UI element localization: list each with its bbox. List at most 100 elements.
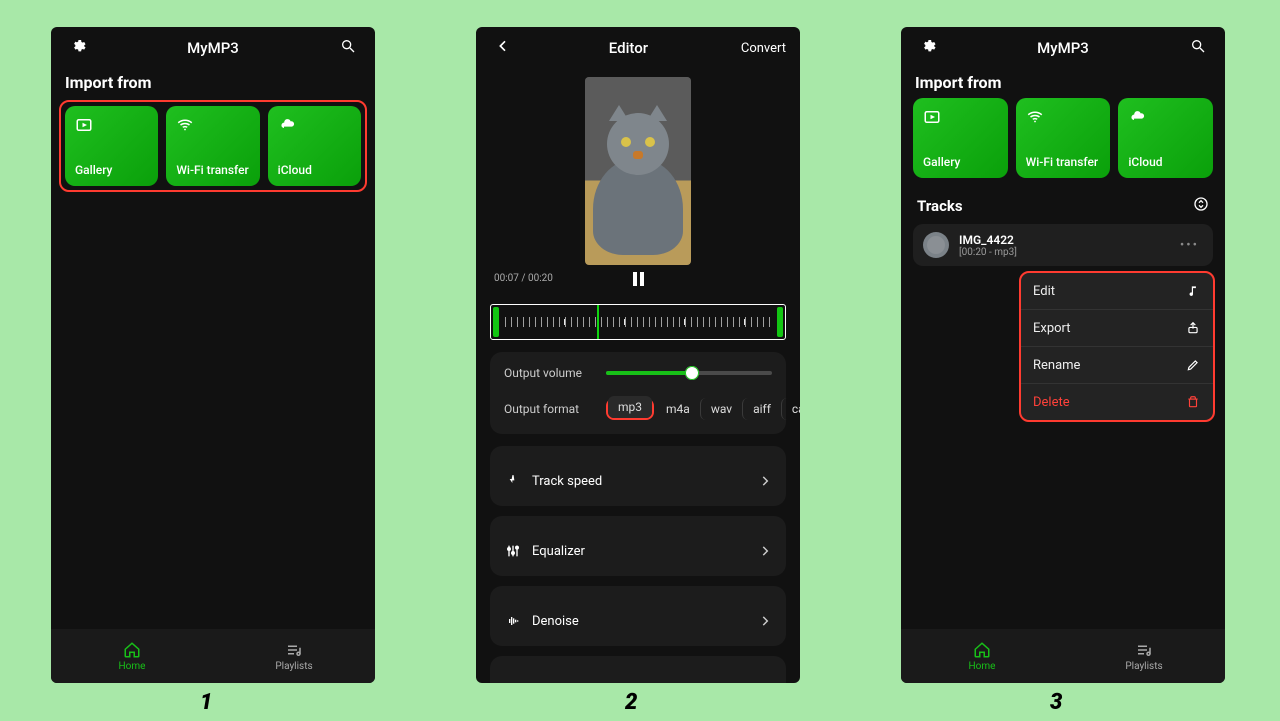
music-note-icon bbox=[1185, 283, 1201, 299]
menu-export[interactable]: Export bbox=[1021, 309, 1213, 346]
track-row[interactable]: IMG_4422 [00:20 - mp3] ••• bbox=[913, 224, 1213, 266]
sort-icon bbox=[1193, 196, 1209, 212]
trim-handle-left[interactable] bbox=[493, 307, 499, 337]
search-button[interactable] bbox=[335, 38, 361, 59]
import-tile-gallery[interactable]: Gallery bbox=[913, 98, 1008, 178]
speed-icon bbox=[504, 472, 522, 490]
caption-2: 2 bbox=[625, 690, 637, 715]
tab-home[interactable]: Home bbox=[901, 629, 1063, 683]
convert-button[interactable]: Convert bbox=[741, 41, 786, 56]
search-icon bbox=[1190, 38, 1206, 54]
timeline-ticks bbox=[505, 322, 771, 323]
chevron-right-icon bbox=[758, 474, 772, 488]
row-label: Equalizer bbox=[532, 544, 585, 559]
tab-label: Playlists bbox=[1125, 661, 1162, 672]
wifi-icon bbox=[176, 116, 194, 134]
import-tile-label: iCloud bbox=[1128, 156, 1207, 170]
menu-delete[interactable]: Delete bbox=[1021, 383, 1213, 420]
sort-button[interactable] bbox=[1193, 196, 1209, 216]
home-icon bbox=[973, 641, 991, 659]
format-option-wav[interactable]: wav bbox=[700, 398, 742, 420]
row-denoise[interactable]: Denoise bbox=[490, 586, 786, 646]
import-tile-wifi[interactable]: Wi-Fi transfer bbox=[166, 106, 259, 186]
settings-button[interactable] bbox=[915, 38, 941, 59]
ellipsis-icon: ••• bbox=[1180, 238, 1199, 253]
row-equalizer[interactable]: Equalizer bbox=[490, 516, 786, 576]
search-icon bbox=[340, 38, 356, 54]
import-tile-label: Wi-Fi transfer bbox=[176, 164, 253, 178]
home-icon bbox=[123, 641, 141, 659]
row-label: Track speed bbox=[532, 474, 602, 489]
cloud-icon bbox=[278, 116, 296, 134]
app-title: MyMP3 bbox=[941, 39, 1185, 57]
import-tile-wifi[interactable]: Wi-Fi transfer bbox=[1016, 98, 1111, 178]
menu-label: Export bbox=[1033, 321, 1071, 336]
speaker-icon bbox=[504, 682, 522, 683]
track-more-button[interactable]: ••• bbox=[1180, 238, 1203, 253]
topbar: MyMP3 bbox=[51, 27, 375, 69]
menu-edit[interactable]: Edit bbox=[1021, 273, 1213, 309]
screenshot-1: MyMP3 Import from Gallery bbox=[51, 27, 375, 683]
row-bass-boost[interactable]: Bass boost bbox=[490, 656, 786, 683]
screenshot-2: Editor Convert 00:07 / 00:20 . bbox=[476, 27, 800, 683]
slider-knob[interactable] bbox=[685, 366, 699, 380]
settings-button[interactable] bbox=[65, 38, 91, 59]
track-thumbnail bbox=[923, 232, 949, 258]
format-option-mp3[interactable]: mp3 bbox=[608, 396, 652, 418]
import-tile-gallery[interactable]: Gallery bbox=[65, 106, 158, 186]
menu-rename[interactable]: Rename bbox=[1021, 346, 1213, 383]
row-track-speed[interactable]: Track speed bbox=[490, 446, 786, 506]
tab-playlists[interactable]: Playlists bbox=[1063, 629, 1225, 683]
slider-fill bbox=[606, 371, 692, 375]
tab-playlists[interactable]: Playlists bbox=[213, 629, 375, 683]
import-tile-icloud[interactable]: iCloud bbox=[268, 106, 361, 186]
import-tiles-highlight: Gallery Wi-Fi transfer iCloud bbox=[59, 100, 367, 192]
format-option-aiff[interactable]: aiff bbox=[742, 398, 781, 420]
pencil-icon bbox=[1185, 357, 1201, 373]
import-tile-label: iCloud bbox=[278, 164, 355, 178]
output-format-label: Output format bbox=[504, 402, 596, 416]
caption-1: 1 bbox=[200, 690, 212, 715]
wifi-icon bbox=[1026, 108, 1044, 126]
tab-home[interactable]: Home bbox=[51, 629, 213, 683]
playlist-icon bbox=[285, 641, 303, 659]
pause-button[interactable] bbox=[627, 268, 649, 290]
playlist-icon bbox=[1135, 641, 1153, 659]
video-preview[interactable] bbox=[476, 69, 800, 265]
trash-icon bbox=[1185, 394, 1201, 410]
import-tile-icloud[interactable]: iCloud bbox=[1118, 98, 1213, 178]
track-meta: [00:20 - mp3] bbox=[959, 247, 1017, 258]
search-button[interactable] bbox=[1185, 38, 1211, 59]
playback-time: 00:07 / 00:20 bbox=[494, 273, 553, 284]
menu-label: Edit bbox=[1033, 284, 1055, 299]
tabbar: Home Playlists bbox=[51, 629, 375, 683]
tabbar: Home Playlists bbox=[901, 629, 1225, 683]
tab-label: Home bbox=[969, 661, 996, 672]
gallery-icon bbox=[75, 116, 93, 134]
video-thumbnail bbox=[585, 77, 691, 265]
gear-icon bbox=[70, 38, 86, 54]
tab-label: Playlists bbox=[275, 661, 312, 672]
trim-timeline[interactable] bbox=[490, 304, 786, 340]
topbar: MyMP3 bbox=[901, 27, 1225, 69]
format-option-caf[interactable]: caf bbox=[781, 398, 800, 420]
gallery-icon bbox=[923, 108, 941, 126]
caption-3: 3 bbox=[1050, 690, 1062, 715]
output-volume-label: Output volume bbox=[504, 366, 596, 380]
cloud-icon bbox=[1128, 108, 1146, 126]
equalizer-icon bbox=[504, 542, 522, 560]
output-volume-slider[interactable] bbox=[606, 371, 772, 375]
playhead[interactable] bbox=[597, 305, 599, 339]
context-menu: Edit Export Rename Delete bbox=[1019, 271, 1215, 422]
trim-handle-right[interactable] bbox=[777, 307, 783, 337]
chevron-left-icon bbox=[495, 38, 511, 54]
screenshot-3: MyMP3 Import from Gallery Wi-Fi transfer bbox=[901, 27, 1225, 683]
topbar: Editor Convert bbox=[476, 27, 800, 69]
import-tile-label: Wi-Fi transfer bbox=[1026, 156, 1105, 170]
tracks-label: Tracks bbox=[917, 197, 963, 215]
import-tile-label: Gallery bbox=[75, 164, 152, 178]
format-option-m4a[interactable]: m4a bbox=[656, 398, 700, 420]
chevron-right-icon bbox=[758, 544, 772, 558]
back-button[interactable] bbox=[490, 38, 516, 59]
format-picker: mp3 m4a wav aiff caf bbox=[606, 398, 800, 420]
